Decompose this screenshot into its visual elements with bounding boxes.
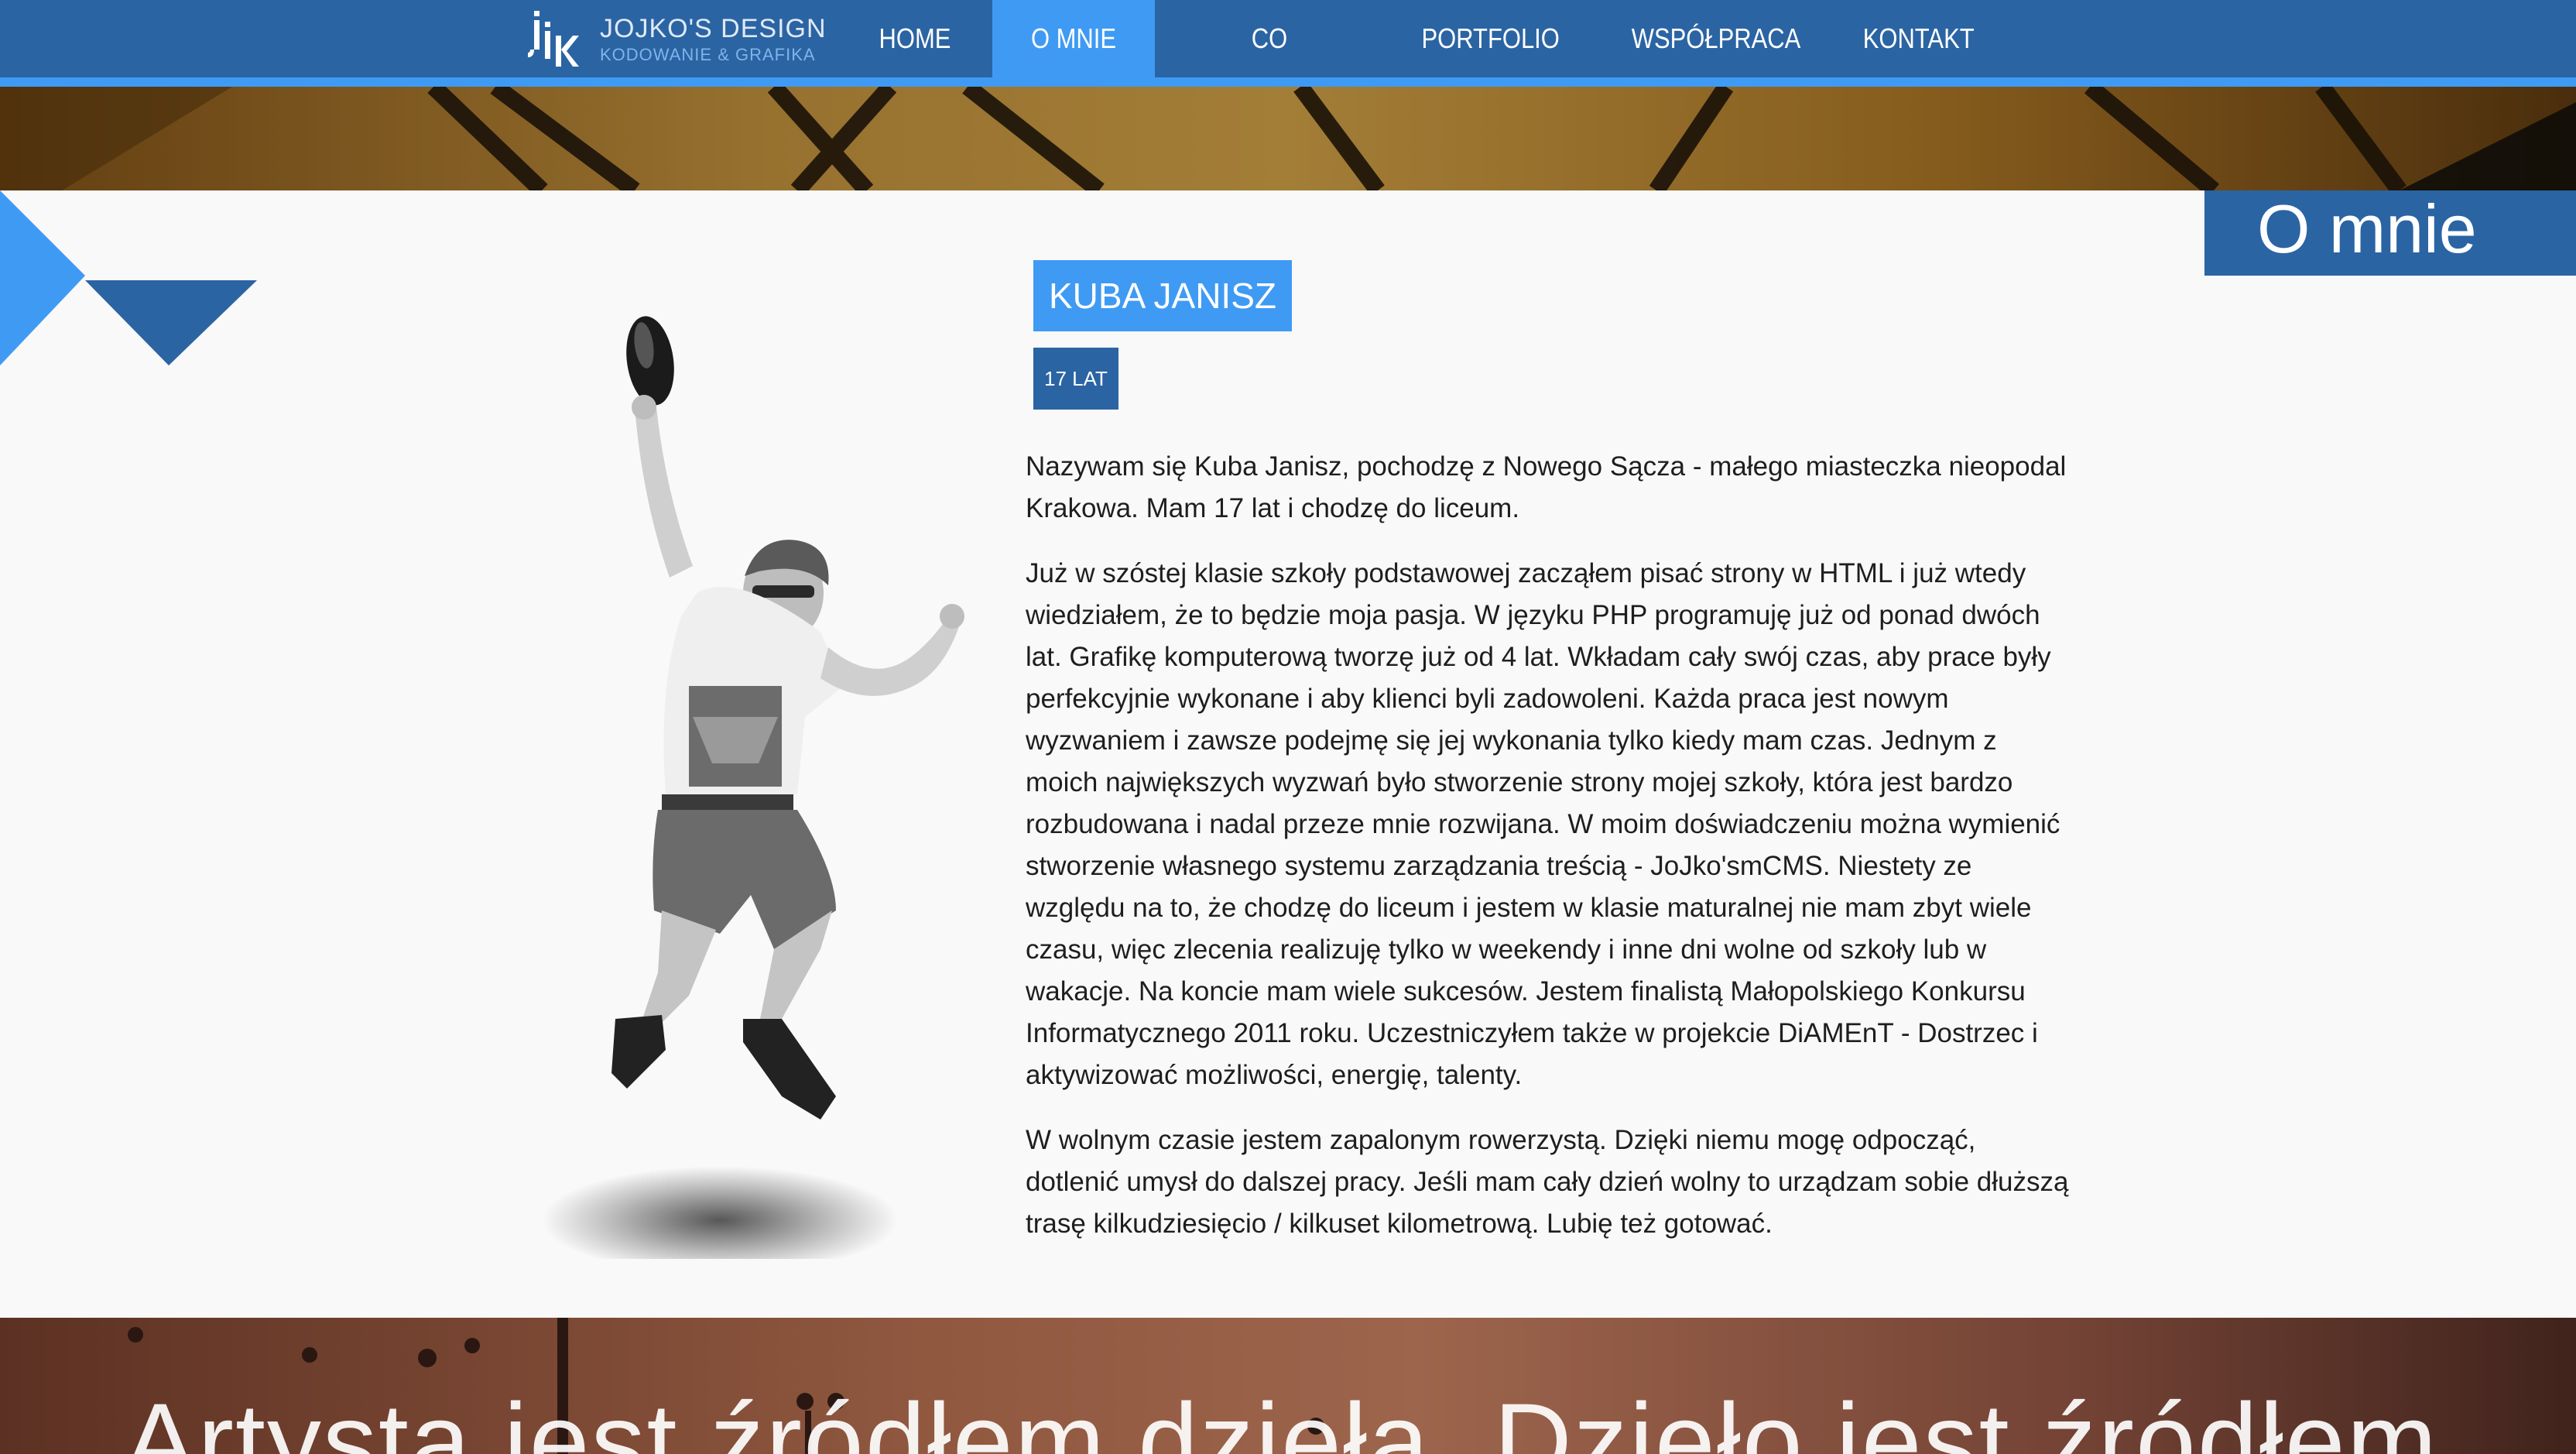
- bio-paragraph: Nazywam się Kuba Janisz, pochodzę z Nowe…: [1026, 451, 2067, 523]
- profile-name-badge: KUBA JANISZ: [1033, 260, 1292, 331]
- nav-co-potrafie[interactable]: CO POTRAFIĘ?: [1177, 0, 1362, 132]
- nav-home[interactable]: HOME: [859, 0, 971, 77]
- jjk-logo-icon: [528, 11, 579, 67]
- quote-banner: Artysta jest źródłem dzieła. Dzieło jest…: [0, 1318, 2576, 1454]
- decorative-triangles: [0, 190, 257, 365]
- profile-photo: [542, 316, 964, 1259]
- section-title-tab: O mnie: [2204, 190, 2576, 276]
- header-banner-image: [0, 87, 2576, 190]
- nav-portfolio[interactable]: PORTFOLIO: [1405, 0, 1577, 77]
- bio-paragraph: Już w szóstej klasie szkoły podstawowej …: [1026, 558, 2060, 1090]
- top-navbar: JOJKO'S DESIGN KODOWANIE & GRAFIKA HOME …: [0, 0, 2576, 132]
- brand-title: JOJKO'S DESIGN: [600, 14, 827, 43]
- brand-logo[interactable]: JOJKO'S DESIGN KODOWANIE & GRAFIKA: [526, 5, 836, 74]
- bio-paragraph: W wolnym czasie jestem zapalonym rowerzy…: [1026, 1125, 2069, 1239]
- nav-o-mnie[interactable]: O MNIE: [992, 0, 1155, 77]
- profile-bio: Nazywam się Kuba Janisz, pochodzę z Nowe…: [1026, 446, 2071, 1268]
- brand-subtitle: KODOWANIE & GRAFIKA: [600, 45, 816, 64]
- nav-kontakt[interactable]: KONTAKT: [1854, 0, 1982, 77]
- about-section: O mnie KUBA JANISZ 17 LAT Nazywam się Ku…: [0, 190, 2576, 1318]
- section-title: O mnie: [2257, 190, 2477, 267]
- quote-text: Artysta jest źródłem dzieła. Dzieło jest…: [124, 1380, 2439, 1454]
- nav-wspolpraca[interactable]: WSPÓŁPRACA: [1618, 0, 1804, 77]
- profile-age-badge: 17 LAT: [1033, 348, 1118, 410]
